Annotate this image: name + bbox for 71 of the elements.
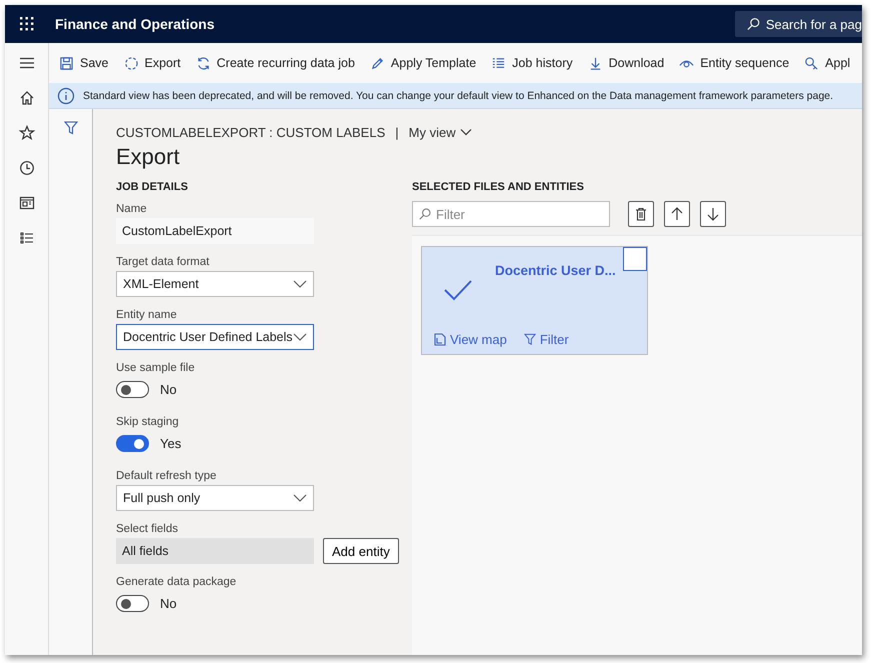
toolbar-button[interactable]: Appl	[804, 56, 850, 70]
chevron-down-icon	[293, 494, 307, 502]
refresh-icon	[196, 56, 211, 70]
toolbar-button[interactable]: Export	[124, 56, 181, 70]
field-label: Target data format	[116, 255, 210, 270]
checkmark-icon	[444, 279, 472, 301]
entity-title[interactable]: Docentric User D...	[495, 263, 616, 278]
field-label: Default refresh type	[116, 469, 218, 484]
search-icon	[747, 17, 760, 31]
clock-icon[interactable]	[18, 160, 34, 176]
info-icon	[57, 86, 75, 104]
toolbar-button[interactable]: Download	[588, 56, 664, 70]
breadcrumb-separator: |	[395, 124, 399, 140]
app-title: Finance and Operations	[55, 16, 214, 32]
card-link[interactable]: Filter	[524, 332, 569, 347]
checkbox[interactable]	[623, 247, 647, 271]
card-link[interactable]: View map	[434, 332, 507, 347]
field-label: Select fields	[116, 522, 180, 537]
toggle-switch[interactable]	[116, 434, 149, 452]
page-title: Export	[116, 144, 181, 170]
field-label: Skip staging	[116, 415, 180, 430]
breadcrumb: CUSTOMLABELEXPORT : CUSTOM LABELS	[116, 124, 386, 140]
key-icon	[804, 56, 820, 70]
toggle-switch[interactable]	[116, 380, 149, 398]
move-down-button[interactable]	[700, 201, 726, 227]
chevron-down-icon	[293, 333, 307, 341]
filter-icon	[524, 333, 536, 346]
field-label: Use sample file	[116, 361, 196, 376]
document-icon	[434, 333, 446, 346]
save-icon	[59, 56, 74, 70]
pencil-icon	[370, 56, 385, 70]
info-message: Standard view has been deprecated, and will be removed. You can change your default view to Enhanced on the Data management framework parameters page.	[83, 90, 834, 102]
workspace-icon[interactable]	[18, 195, 34, 211]
filter-field[interactable]: Filter	[412, 201, 610, 227]
move-up-button[interactable]	[664, 201, 690, 227]
menu-icon[interactable]	[18, 55, 34, 71]
toggle-value: No	[160, 382, 177, 396]
toolbar-button[interactable]: Apply Template	[370, 56, 476, 70]
input-field[interactable]: CustomLabelExport	[116, 218, 314, 244]
add-entity-button[interactable]: Add entity	[323, 538, 399, 564]
dropdown[interactable]: XML-Element	[116, 271, 314, 297]
toggle-value: Yes	[160, 436, 182, 450]
dashed-circle-icon	[124, 56, 138, 70]
dropdown[interactable]: Docentric User Defined Labels	[116, 324, 314, 350]
toolbar-button[interactable]: Save	[59, 56, 108, 70]
chevron-down-icon	[293, 280, 307, 288]
readonly-field: All fields	[116, 538, 314, 564]
toggle-switch[interactable]	[116, 594, 149, 612]
dropdown[interactable]: Full push only	[116, 485, 314, 511]
home-icon[interactable]	[18, 90, 34, 106]
arrow-up-icon	[670, 207, 684, 221]
toolbar-button[interactable]: Job history	[491, 56, 573, 70]
list-icon	[491, 56, 506, 70]
list-icon[interactable]	[18, 230, 34, 246]
toolbar-button[interactable]: Entity sequence	[679, 56, 790, 70]
field-label: Entity name	[116, 308, 178, 323]
search-field[interactable]: Search for a pag	[735, 11, 862, 37]
section-heading: SELECTED FILES AND ENTITIES	[412, 180, 585, 194]
trash-icon	[634, 207, 648, 221]
field-label: Name	[116, 202, 148, 217]
filter-icon[interactable]	[64, 121, 78, 135]
app-launcher-icon[interactable]	[20, 17, 34, 31]
toggle-value: No	[160, 596, 177, 610]
star-icon[interactable]	[18, 125, 34, 141]
toolbar-button[interactable]: Create recurring data job	[196, 56, 355, 70]
view-selector[interactable]: My view	[408, 124, 472, 140]
field-label: Generate data package	[116, 575, 238, 590]
delete-button[interactable]	[628, 201, 654, 227]
entity-card[interactable]: Docentric User D... View map Filter	[421, 246, 648, 355]
arrow-down-icon	[706, 207, 720, 221]
section-heading: JOB DETAILS	[116, 180, 189, 194]
